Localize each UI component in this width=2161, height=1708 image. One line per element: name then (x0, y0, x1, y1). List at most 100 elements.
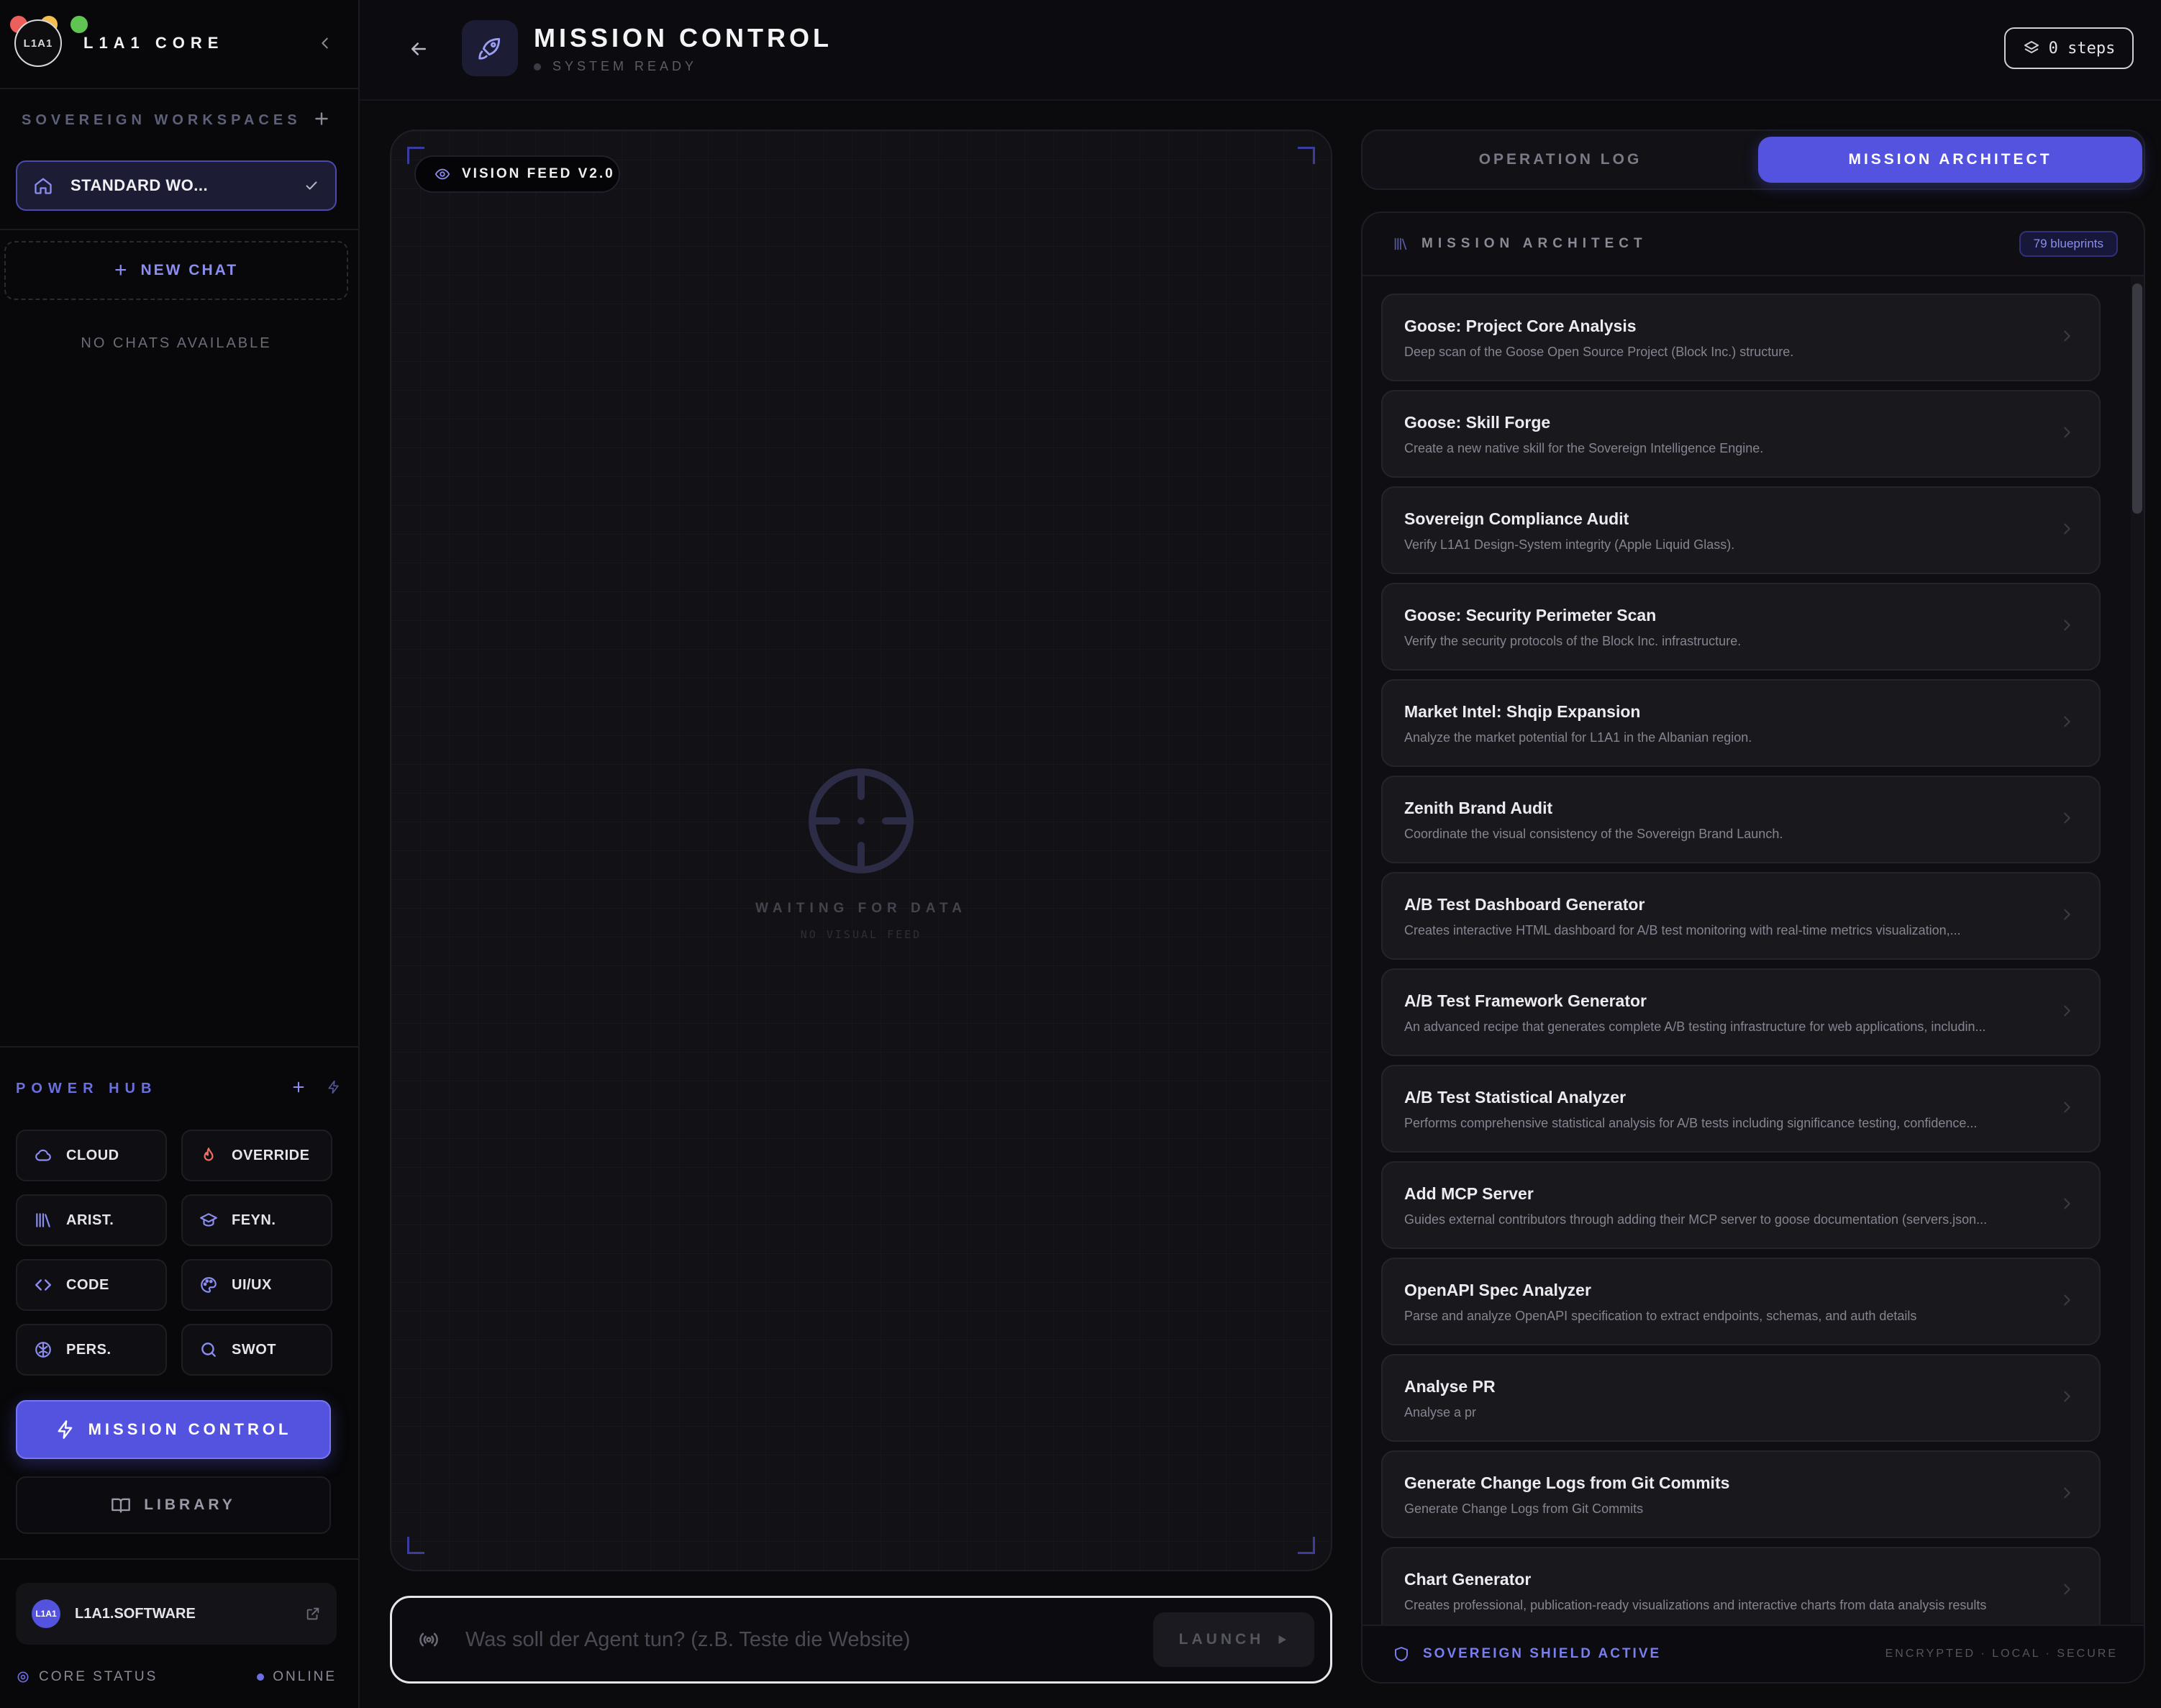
power-hub-grid: CLOUD OVERRIDE ARIST. FEYN. CODE UI/UX P… (16, 1130, 332, 1376)
blueprint-title: A/B Test Dashboard Generator (1404, 895, 1645, 914)
blueprint-card[interactable]: A/B Test Dashboard Generator Creates int… (1381, 872, 2101, 960)
blueprint-title: Zenith Brand Audit (1404, 799, 1553, 817)
chevron-right-icon (2064, 1584, 2070, 1595)
power-pers-button[interactable]: PERS. (16, 1324, 167, 1376)
home-icon (35, 178, 52, 194)
chevron-right-icon (2064, 1487, 2070, 1499)
frame-corner (1298, 147, 1315, 164)
power-feyn-button[interactable]: FEYN. (181, 1194, 332, 1246)
waiting-message: WAITING FOR DATA (755, 901, 967, 916)
blueprint-description: An advanced recipe that generates comple… (1404, 1019, 1986, 1034)
graduation-cap-icon (199, 1210, 219, 1230)
page-title: MISSION CONTROL (534, 23, 832, 53)
tab-mission-architect[interactable]: MISSION ARCHITECT (1758, 137, 2142, 183)
blueprint-description: Analyse a pr (1404, 1405, 1477, 1419)
power-code-button[interactable]: CODE (16, 1259, 167, 1311)
code-icon (33, 1275, 53, 1295)
blueprint-description: Performs comprehensive statistical analy… (1404, 1116, 1978, 1130)
steps-counter-label: 0 steps (2048, 39, 2116, 58)
blueprint-card[interactable]: OpenAPI Spec Analyzer Parse and analyze … (1381, 1258, 2101, 1345)
blueprint-title: OpenAPI Spec Analyzer (1404, 1281, 1591, 1299)
architect-footer: SOVEREIGN SHIELD ACTIVE ENCRYPTED · LOCA… (1362, 1625, 2144, 1682)
brand: L1A1 L1A1 CORE (14, 17, 345, 69)
power-swot-label: SWOT (232, 1341, 276, 1358)
blueprint-card[interactable]: Generate Change Logs from Git Commits Ge… (1381, 1450, 2101, 1538)
blueprint-card[interactable]: Chart Generator Creates professional, pu… (1381, 1547, 2101, 1635)
divider (0, 1046, 360, 1048)
vision-feed-label: VISION FEED V2.0 (462, 166, 615, 181)
blueprint-card[interactable]: Add MCP Server Guides external contribut… (1381, 1161, 2101, 1249)
blueprint-card[interactable]: Market Intel: Shqip Expansion Analyze th… (1381, 679, 2101, 767)
power-cloud-button[interactable]: CLOUD (16, 1130, 167, 1181)
add-power-button[interactable] (291, 1079, 306, 1099)
workspaces-title: SOVEREIGN WORKSPACES (22, 112, 301, 128)
blueprint-card[interactable]: Zenith Brand Audit Coordinate the visual… (1381, 776, 2101, 863)
quick-action-button[interactable] (327, 1080, 341, 1098)
eye-icon (435, 168, 450, 180)
power-hub-title: POWER HUB (16, 1081, 158, 1096)
new-chat-label: NEW CHAT (140, 262, 239, 278)
blueprint-description: Coordinate the visual consistency of the… (1404, 827, 1783, 841)
blueprint-title: Goose: Skill Forge (1404, 413, 1551, 432)
core-status-row: CORE STATUS ONLINE (16, 1669, 337, 1685)
core-status-value: ONLINE (273, 1669, 337, 1684)
blueprint-scrollbar-thumb[interactable] (2132, 283, 2142, 514)
chevron-right-icon (2064, 909, 2070, 920)
blueprint-card[interactable]: Goose: Project Core Analysis Deep scan o… (1381, 294, 2101, 381)
cloud-icon (33, 1145, 53, 1166)
security-tags: ENCRYPTED · LOCAL · SECURE (1885, 1648, 2118, 1660)
agent-task-input[interactable] (465, 1627, 1153, 1652)
blueprint-card[interactable]: Analyse PR Analyse a pr (1381, 1354, 2101, 1442)
blueprint-card[interactable]: Goose: Skill Forge Create a new native s… (1381, 390, 2101, 478)
blueprint-card[interactable]: Sovereign Compliance Audit Verify L1A1 D… (1381, 486, 2101, 574)
architect-title: MISSION ARCHITECT (1421, 236, 1647, 251)
account-avatar: L1A1 (32, 1599, 60, 1628)
core-status-label: CORE STATUS (39, 1669, 158, 1684)
tab-operation-log[interactable]: OPERATION LOG (1368, 137, 1752, 183)
brain-icon (33, 1340, 53, 1360)
steps-counter[interactable]: 0 steps (2004, 27, 2134, 69)
library-label: LIBRARY (144, 1496, 236, 1513)
power-override-label: OVERRIDE (232, 1147, 310, 1163)
system-status-label: SYSTEM READY (552, 59, 698, 73)
blueprint-title: Market Intel: Shqip Expansion (1404, 702, 1641, 721)
book-icon (112, 1498, 131, 1513)
blueprint-card[interactable]: A/B Test Framework Generator An advanced… (1381, 968, 2101, 1056)
divider (0, 1558, 360, 1560)
vision-feed-badge: VISION FEED V2.0 (414, 155, 620, 193)
architect-header: MISSION ARCHITECT 79 blueprints (1362, 213, 2144, 276)
power-arist-label: ARIST. (66, 1212, 114, 1228)
new-chat-button[interactable]: + NEW CHAT (4, 241, 348, 300)
blueprint-card[interactable]: A/B Test Statistical Analyzer Performs c… (1381, 1065, 2101, 1153)
account-card[interactable]: L1A1 L1A1.SOFTWARE (16, 1583, 337, 1645)
back-button[interactable] (404, 35, 433, 63)
external-link-icon[interactable] (305, 1606, 321, 1622)
frame-corner (1298, 1537, 1315, 1554)
power-swot-button[interactable]: SWOT (181, 1324, 332, 1376)
divider (0, 88, 360, 89)
chevron-right-icon (2064, 1391, 2070, 1402)
library-icon (1394, 237, 1407, 250)
launch-button[interactable]: LAUNCH (1153, 1612, 1314, 1667)
cpu-icon (17, 1671, 29, 1683)
broadcast-icon (419, 1632, 438, 1647)
status-dot (534, 63, 541, 71)
power-arist-button[interactable]: ARIST. (16, 1194, 167, 1246)
power-uiux-button[interactable]: UI/UX (181, 1259, 332, 1311)
crosshair-icon (809, 768, 914, 873)
chevron-right-icon (2064, 716, 2070, 727)
power-feyn-label: FEYN. (232, 1212, 276, 1228)
add-workspace-button[interactable] (312, 109, 331, 132)
blueprint-card[interactable]: Goose: Security Perimeter Scan Verify th… (1381, 583, 2101, 671)
library-button[interactable]: LIBRARY (16, 1476, 331, 1534)
power-cloud-label: CLOUD (66, 1147, 119, 1163)
command-bar: LAUNCH (390, 1596, 1332, 1684)
workspace-item-standard[interactable]: STANDARD WO... (16, 160, 337, 211)
right-panel-tabs: OPERATION LOG MISSION ARCHITECT (1361, 130, 2145, 190)
power-override-button[interactable]: OVERRIDE (181, 1130, 332, 1181)
launch-label: LAUNCH (1178, 1631, 1265, 1648)
power-pers-label: PERS. (66, 1341, 112, 1358)
brand-name: L1A1 CORE (83, 34, 224, 52)
collapse-sidebar-button[interactable] (312, 30, 338, 56)
mission-control-button[interactable]: MISSION CONTROL (16, 1400, 331, 1459)
